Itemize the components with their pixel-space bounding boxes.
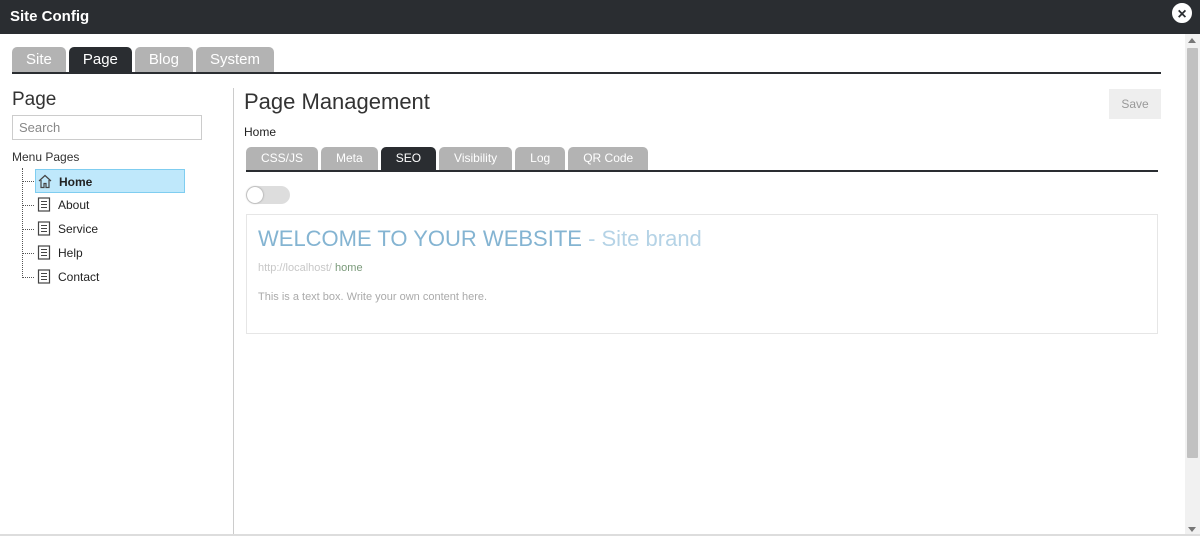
tree-item-label: About [58,198,90,212]
tree-item-help[interactable]: Help [22,241,185,265]
tab-seo[interactable]: SEO [380,147,437,170]
scroll-up-icon[interactable] [1188,38,1196,43]
preview-description: This is a text box. Write your own conte… [258,291,488,303]
tab-qr-code[interactable]: QR Code [568,147,649,170]
close-button[interactable]: × [1172,3,1192,23]
tab-page[interactable]: Page [68,47,132,73]
document-icon [37,197,51,212]
sub-tabs: CSS/JS Meta SEO Visibility Log QR Code [246,147,649,170]
tree-item-contact[interactable]: Contact [22,265,185,289]
menu-pages-label: Menu Pages [12,150,80,164]
sidebar-heading: Page [12,89,57,110]
scrollbar[interactable] [1185,34,1200,536]
toggle-knob [247,187,263,203]
tab-blog[interactable]: Blog [134,47,193,73]
preview-url-base: http://localhost/ [258,262,332,274]
tree-item-home[interactable]: Home [22,169,185,193]
preview-url-slug: home [332,262,363,274]
tab-visibility[interactable]: Visibility [439,147,513,170]
tree-item-label: Service [58,222,99,236]
home-icon [38,174,52,189]
close-icon: × [1177,6,1187,23]
tree-item-label: Help [58,246,83,260]
tab-css-js[interactable]: CSS/JS [246,147,319,170]
tab-site[interactable]: Site [12,47,66,73]
main-tabs: Site Page Blog System [12,47,274,73]
scroll-thumb[interactable] [1187,48,1198,458]
tab-meta[interactable]: Meta [321,147,378,170]
document-icon [37,269,51,284]
sidebar: Page Menu Pages Home About [12,88,234,536]
scroll-down-icon[interactable] [1188,527,1196,532]
tree-item-service[interactable]: Service [22,217,185,241]
document-icon [37,221,51,236]
title-bar: Site Config × [0,0,1200,34]
tabs-divider [12,72,1161,74]
breadcrumb: Home [244,125,277,139]
preview-url: http://localhost/ home [258,262,363,274]
document-icon [37,245,51,260]
save-button[interactable]: Save [1109,89,1161,119]
preview-title: WELCOME TO YOUR WEBSITE - Site brand [258,226,702,252]
preview-title-main: WELCOME TO YOUR WEBSITE [258,226,582,251]
page-title: Page Management [244,89,430,114]
seo-toggle[interactable] [246,186,290,204]
tree-item-label: Contact [58,270,100,284]
preview-title-brand: - Site brand [581,226,702,251]
search-input[interactable] [12,115,202,140]
seo-preview: WELCOME TO YOUR WEBSITE - Site brand htt… [246,214,1158,334]
tree-item-label: Home [59,175,93,189]
sub-tabs-divider [246,170,1158,172]
tree-item-about[interactable]: About [22,193,185,217]
tab-system[interactable]: System [195,47,274,73]
window-title: Site Config [10,8,90,25]
tab-log[interactable]: Log [515,147,566,170]
